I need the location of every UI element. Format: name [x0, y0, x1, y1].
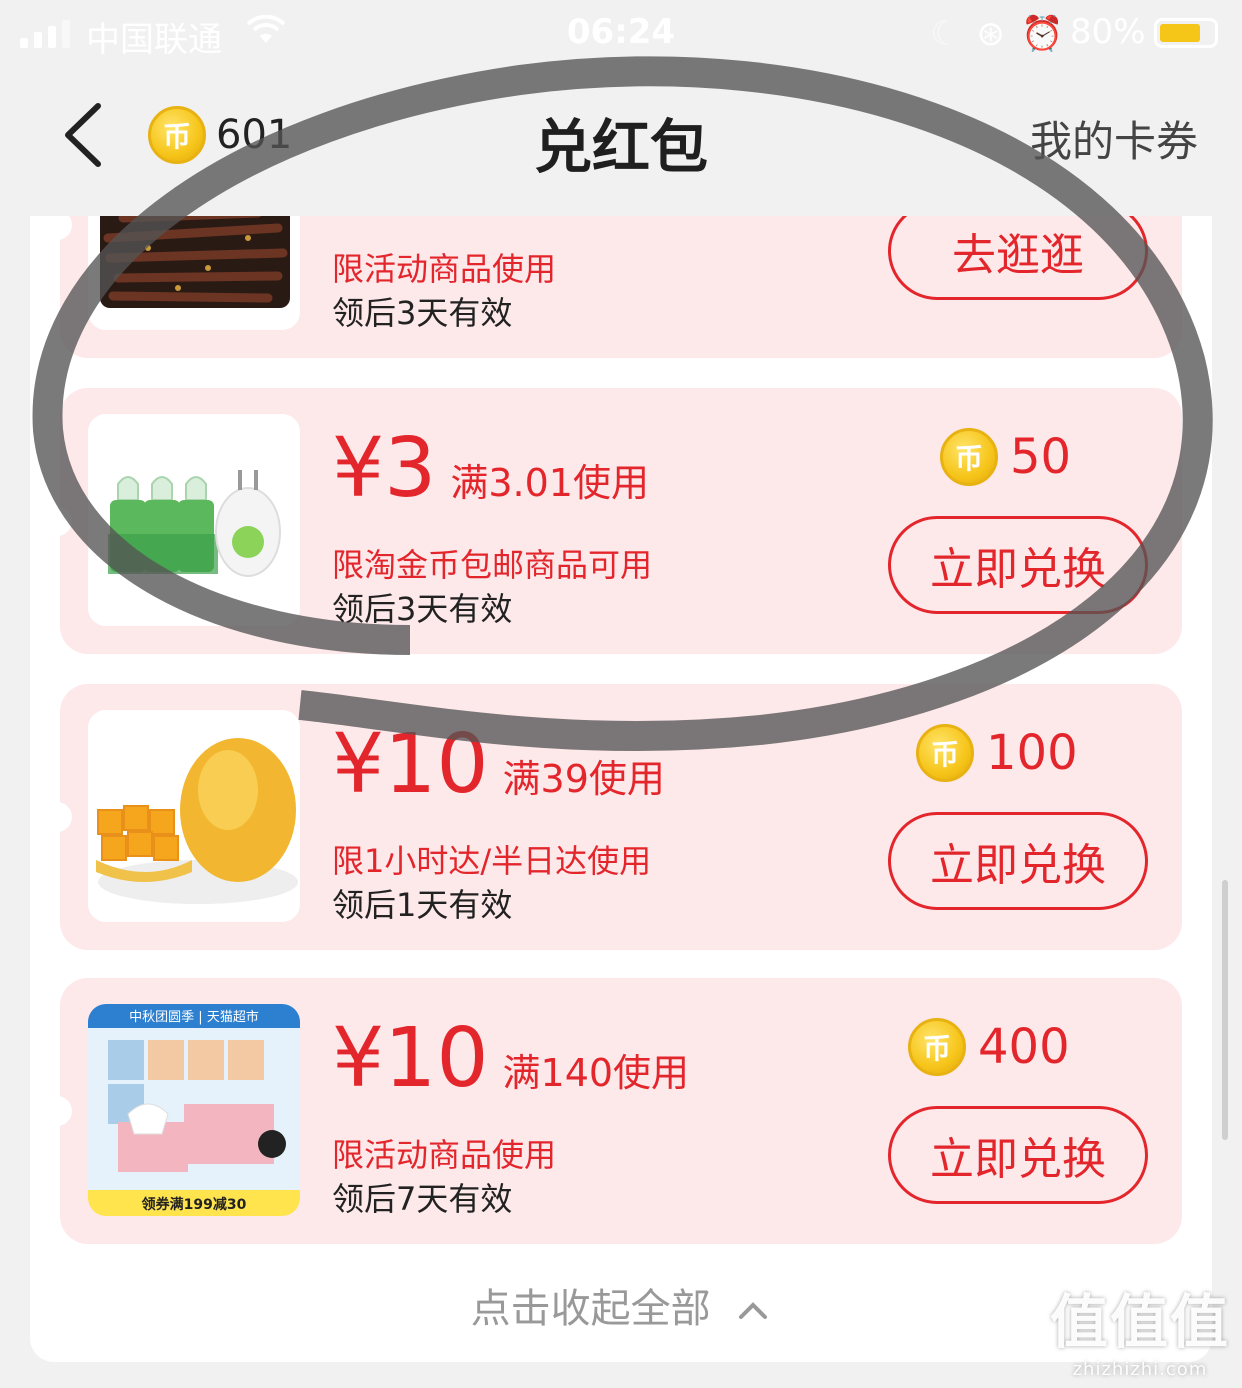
coupon-amount: ¥10	[332, 1011, 489, 1106]
coupon-restriction: 限活动商品使用	[332, 250, 557, 288]
coin-icon	[916, 724, 974, 782]
browse-button[interactable]: 去逛逛	[888, 216, 1148, 300]
coupon-threshold: 满39使用	[502, 757, 665, 801]
coupon-card: 限活动商品使用 领后3天有效 去逛逛	[50, 216, 1182, 358]
tissue-pack-image	[88, 1004, 300, 1216]
coupon-threshold: 满3.01使用	[450, 461, 649, 505]
coupon-threshold: 满140使用	[502, 1051, 690, 1095]
coupon-validity: 领后3天有效	[332, 294, 513, 332]
nav-header: 601 兑红包 我的卡券	[0, 66, 1242, 216]
coin-icon	[908, 1018, 966, 1076]
coupon-restriction: 限淘金币包邮商品可用	[332, 546, 653, 584]
coin-price-value: 50	[1010, 429, 1072, 485]
watermark-logo: 值值值	[1049, 1288, 1230, 1356]
rotation-lock-icon: ⊛	[976, 14, 1005, 54]
product-thumbnail	[88, 710, 300, 922]
moon-icon: ☾	[930, 14, 961, 54]
coupon-amount: ¥3	[332, 421, 437, 516]
dried-meat-image	[88, 216, 300, 330]
coin-price: 50	[940, 428, 1071, 486]
status-bar: 中国联通 06:24 ☾ ⊛ ⏰ 80%	[0, 0, 1242, 66]
coupon-restriction: 限活动商品使用	[332, 1136, 557, 1174]
coin-price: 100	[916, 724, 1078, 782]
mosquito-repellent-image	[88, 414, 300, 626]
coupon-validity: 领后7天有效	[332, 1180, 513, 1218]
coupon-card: ¥10 满39使用 限1小时达/半日达使用 领后1天有效 100 立即兑换	[50, 684, 1182, 950]
coupon-validity: 领后1天有效	[332, 886, 513, 924]
coupon-card: ¥3 满3.01使用 限淘金币包邮商品可用 领后3天有效 50 立即兑换	[50, 388, 1182, 654]
collapse-all-button[interactable]: 点击收起全部	[30, 1276, 1212, 1334]
coupon-card: 中秋团圆季 | 天猫超市 领券满199减30 ¥10 满140使用 限活动商品使…	[50, 978, 1182, 1244]
coin-price-value: 400	[978, 1019, 1070, 1075]
product-thumbnail	[88, 414, 300, 626]
redeem-button[interactable]: 立即兑换	[888, 516, 1148, 614]
watermark-site: zhizhizhi.com	[1072, 1359, 1208, 1380]
thumb-banner-text: 中秋团圆季 | 天猫超市	[129, 1010, 259, 1025]
collapse-all-label: 点击收起全部	[470, 1286, 711, 1332]
coupon-validity: 领后3天有效	[332, 590, 513, 628]
site-watermark: 值值值 zhizhizhi.com	[1050, 1275, 1230, 1380]
coin-price-value: 100	[986, 725, 1078, 781]
redeem-button[interactable]: 立即兑换	[888, 812, 1148, 910]
product-thumbnail	[88, 216, 300, 330]
coupon-amount: ¥10	[332, 717, 489, 812]
product-thumbnail: 中秋团圆季 | 天猫超市 领券满199减30	[88, 1004, 300, 1216]
redeem-button[interactable]: 立即兑换	[888, 1106, 1148, 1204]
coin-icon	[940, 428, 998, 486]
alarm-icon: ⏰	[1020, 14, 1064, 54]
thumb-footer-text: 领券满199减30	[141, 1197, 247, 1213]
my-coupons-link[interactable]: 我的卡券	[1030, 108, 1198, 169]
coupon-restriction: 限1小时达/半日达使用	[332, 842, 652, 880]
battery-percent: 80%	[1070, 12, 1146, 52]
coupon-list-panel: 限活动商品使用 领后3天有效 去逛逛 ¥3 满3.01使用 限淘金币包邮商品可用	[30, 216, 1212, 1362]
chevron-up-icon	[739, 1302, 768, 1319]
mango-image	[88, 710, 300, 922]
scrollbar[interactable]	[1222, 880, 1228, 1140]
battery-icon	[1154, 18, 1218, 48]
coin-price: 400	[908, 1018, 1070, 1076]
